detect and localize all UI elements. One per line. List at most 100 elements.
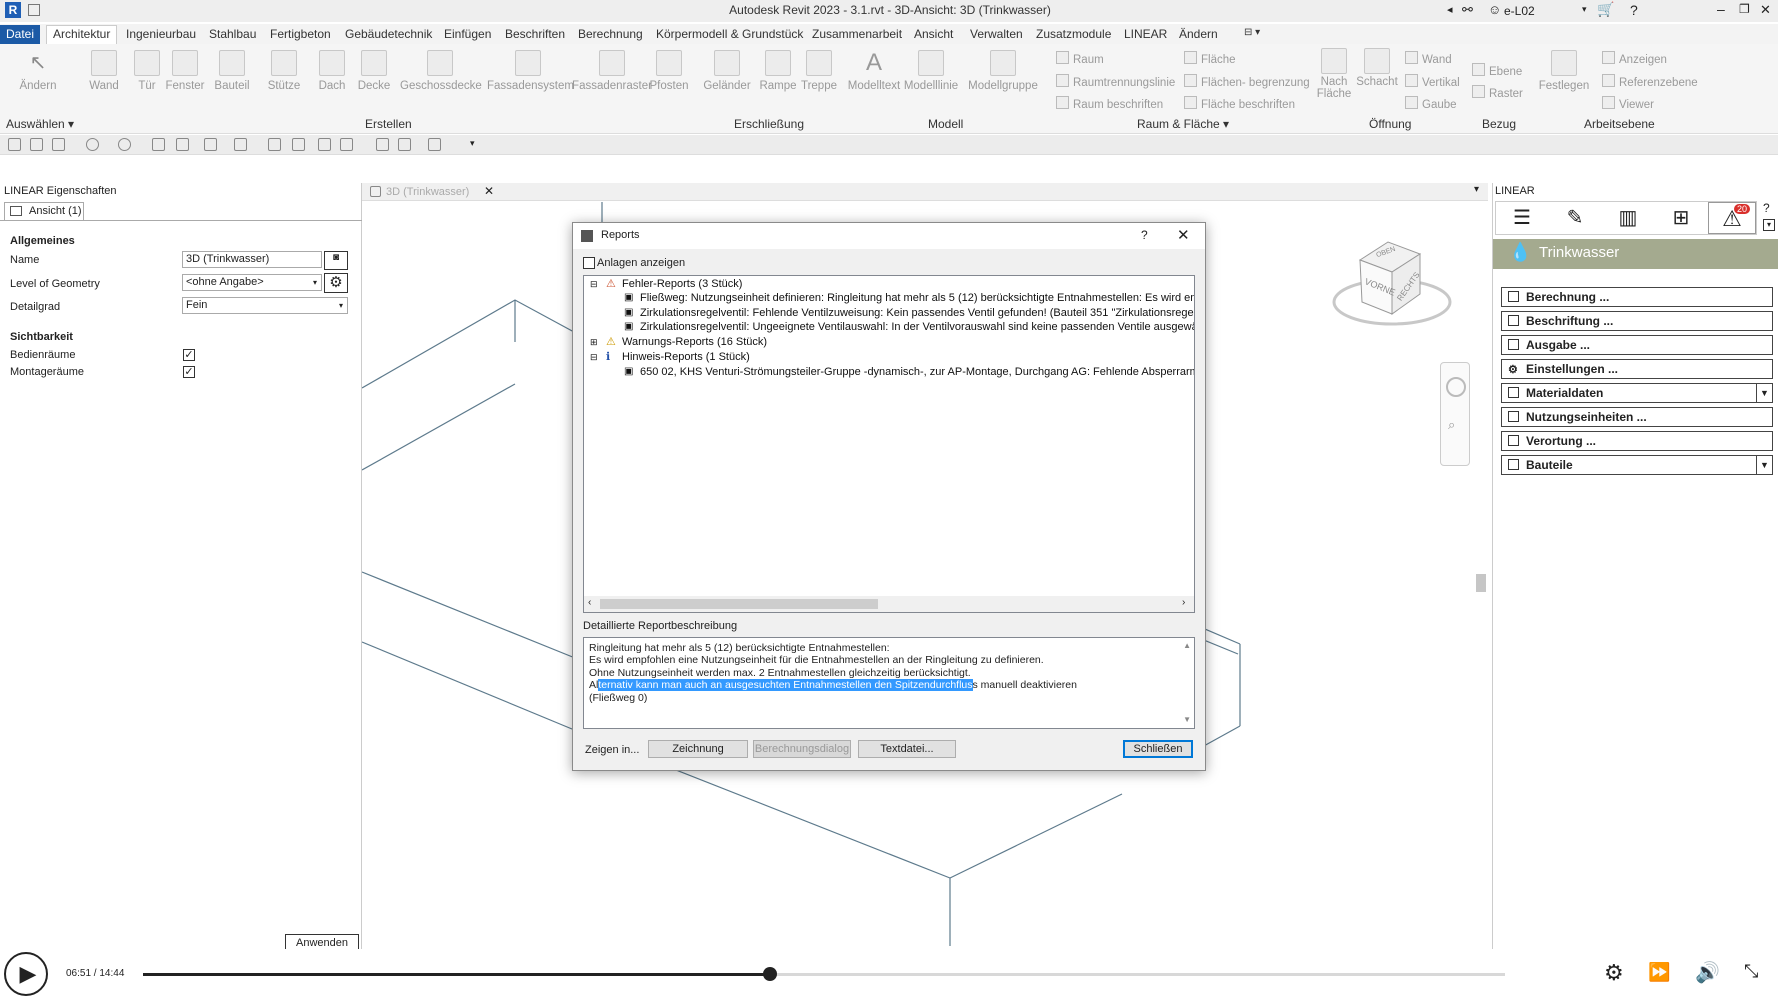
text-icon[interactable] <box>292 138 305 151</box>
tool-fenster[interactable]: Fenster <box>161 44 209 92</box>
textfile-button[interactable]: Textdatei... <box>858 740 956 758</box>
books-icon[interactable]: ▥ <box>1604 202 1652 234</box>
tool-schacht[interactable]: Schacht <box>1354 44 1400 88</box>
bedienraeume-checkbox[interactable]: ✓ <box>183 349 195 361</box>
tool-raumtrennungslinie[interactable]: Raumtrennungslinie <box>1056 74 1175 89</box>
user-icon[interactable]: ☺ <box>1488 2 1501 17</box>
tree-expander-hints[interactable]: ⊟ <box>590 352 598 363</box>
dialog-close-icon[interactable]: ✕ <box>1177 226 1190 244</box>
menu-zusatzmodule[interactable]: Zusatzmodule <box>1036 27 1111 41</box>
ausgabe-button[interactable]: Ausgabe ... <box>1501 335 1773 355</box>
3d-view-icon[interactable] <box>318 138 331 151</box>
settings-gear-icon[interactable]: ⚙ <box>324 273 348 293</box>
view-menu-icon[interactable]: ▾ <box>1474 184 1479 195</box>
close-window-icon[interactable]: ✕ <box>1760 2 1771 18</box>
tree-item-error-3[interactable]: Zirkulationsregelventil: Ungeeignete Ven… <box>640 321 1194 333</box>
report-tree[interactable]: ⊟ ⚠ Fehler-Reports (3 Stück) ▣ Fließweg:… <box>583 275 1195 613</box>
tree-hscrollbar[interactable]: ‹ › <box>584 596 1194 612</box>
bauteile-dropdown-icon[interactable]: ▼ <box>1756 456 1772 474</box>
fullscreen-icon[interactable]: ⤡ <box>1744 961 1758 982</box>
materialdaten-button[interactable]: Materialdaten ▼ <box>1501 383 1773 403</box>
measure-icon[interactable] <box>176 138 189 151</box>
montageraeume-checkbox[interactable]: ✓ <box>183 366 195 378</box>
tool-bauteil[interactable]: Bauteil <box>208 44 256 92</box>
dimension-icon[interactable] <box>204 138 217 151</box>
user-name[interactable]: e-L02 <box>1504 4 1535 18</box>
scroll-right-icon[interactable]: › <box>1182 597 1185 608</box>
steering-wheel-icon[interactable] <box>1446 377 1466 397</box>
menu-stahlbau[interactable]: Stahlbau <box>209 27 256 41</box>
tool-gaube[interactable]: Gaube <box>1405 96 1457 111</box>
name-browse-icon[interactable]: ◙ <box>324 251 348 270</box>
tool-flaeche-beschriften[interactable]: Fläche beschriften <box>1184 96 1295 111</box>
tool-modelllinie[interactable]: Modelllinie <box>902 44 960 92</box>
section-icon[interactable] <box>340 138 353 151</box>
tool-decke[interactable]: Decke <box>350 44 398 92</box>
einstellungen-button[interactable]: ⚙ Einstellungen ... <box>1501 359 1773 379</box>
tree-node-errors[interactable]: Fehler-Reports (3 Stück) <box>622 278 742 290</box>
minimize-icon[interactable]: – <box>1717 1 1725 17</box>
tree-expander-errors[interactable]: ⊟ <box>590 279 598 290</box>
tool-fassadensystem[interactable]: Fassadensystem <box>487 44 574 92</box>
panel-auswaehlen[interactable]: Auswählen ▾ <box>6 117 74 131</box>
tree-node-hints[interactable]: Hinweis-Reports (1 Stück) <box>622 351 750 363</box>
switch-windows-icon[interactable] <box>428 138 441 151</box>
menu-verwalten[interactable]: Verwalten <box>970 27 1023 41</box>
tree-item-error-1[interactable]: Fließweg: Nutzungseinheit definieren: Ri… <box>640 292 1194 304</box>
binoculars-icon[interactable]: ⚯ <box>1462 2 1473 18</box>
menu-linear[interactable]: LINEAR <box>1124 27 1167 41</box>
cart-icon[interactable]: 🛒 <box>1597 1 1614 18</box>
tool-oeffnung-wand[interactable]: Wand <box>1405 51 1452 66</box>
menu-ansicht[interactable]: Ansicht <box>914 27 953 41</box>
revit-logo-icon[interactable]: R <box>5 2 21 18</box>
detail-textbox[interactable]: Ringleitung hat mehr als 5 (12) berücksi… <box>583 637 1195 729</box>
tool-flaechenbegrenzung[interactable]: Flächen- begrenzung <box>1184 74 1310 89</box>
tool-referenzebene[interactable]: Referenzebene <box>1602 74 1698 89</box>
menu-aendern[interactable]: Ändern <box>1179 27 1218 41</box>
berechnung-button[interactable]: Berechnung ... <box>1501 287 1773 307</box>
detail-scroll-up-icon[interactable]: ▲ <box>1183 640 1191 652</box>
linear-help-icon[interactable]: ? <box>1763 201 1770 215</box>
tool-oeffnung-vertikal[interactable]: Vertikal <box>1405 74 1460 89</box>
drawing-button[interactable]: Zeichnung <box>648 740 748 758</box>
log-select[interactable]: <ohne Angabe> ▾ <box>182 274 322 291</box>
viewcube[interactable]: OBEN VORNE RECHTS <box>1330 232 1460 342</box>
menu-zusammenarbeit[interactable]: Zusammenarbeit <box>812 27 902 41</box>
panel-raum-flaeche[interactable]: Raum & Fläche ▾ <box>1137 117 1229 131</box>
menu-gebaeudetechnik[interactable]: Gebäudetechnik <box>345 27 432 41</box>
menu-datei[interactable]: Datei <box>0 25 40 44</box>
name-field[interactable]: 3D (Trinkwasser) <box>182 251 322 268</box>
tool-anzeigen[interactable]: Anzeigen <box>1602 51 1667 66</box>
tool-ebene[interactable]: Ebene <box>1472 63 1522 78</box>
tool-raum-beschriften[interactable]: Raum beschriften <box>1056 96 1163 111</box>
nutzungseinheiten-button[interactable]: Nutzungseinheiten ... <box>1501 407 1773 427</box>
customize-qat-icon[interactable]: ▾ <box>470 138 483 151</box>
tree-item-error-2[interactable]: Zirkulationsregelventil: Fehlende Ventil… <box>640 307 1194 319</box>
tool-nach-flaeche[interactable]: Nach Fläche <box>1312 44 1356 100</box>
dialog-help-icon[interactable]: ? <box>1141 228 1148 242</box>
tool-stuetze[interactable]: Stütze <box>260 44 308 92</box>
materialdaten-dropdown-icon[interactable]: ▼ <box>1756 384 1772 402</box>
tool-dach[interactable]: Dach <box>308 44 356 92</box>
tool-raum[interactable]: Raum <box>1056 51 1104 66</box>
menu-architektur[interactable]: Architektur <box>46 25 118 44</box>
calculation-dialog-button[interactable]: Berechnungsdialog <box>753 740 851 758</box>
tree-node-warnings[interactable]: Warnungs-Reports (16 Stück) <box>622 336 767 348</box>
show-systems-checkbox[interactable] <box>583 257 595 269</box>
scroll-left-icon[interactable]: ‹ <box>588 597 591 608</box>
skip-forward-icon[interactable]: ⏩ <box>1648 962 1670 983</box>
detail-scroll-down-icon[interactable]: ▼ <box>1183 714 1191 726</box>
tool-festlegen[interactable]: Festlegen <box>1536 44 1592 92</box>
vertical-scrollbar[interactable] <box>1474 202 1488 949</box>
tree-expander-warnings[interactable]: ⊞ <box>590 337 598 348</box>
tool-modelltext[interactable]: A Modelltext <box>846 44 902 93</box>
video-settings-icon[interactable]: ⚙ <box>1604 960 1624 986</box>
bauteile-button[interactable]: Bauteile ▼ <box>1501 455 1773 475</box>
close-view-tab-icon[interactable]: ✕ <box>484 184 494 198</box>
file-icon[interactable] <box>28 4 40 16</box>
tool-geschossdecke[interactable]: Geschossdecke <box>400 44 482 92</box>
tool-modellgruppe[interactable]: Modellgruppe <box>967 44 1039 92</box>
beschriftung-button[interactable]: Beschriftung ... <box>1501 311 1773 331</box>
tool-flaeche[interactable]: Fläche <box>1184 51 1236 66</box>
menu-einfuegen[interactable]: Einfügen <box>444 27 491 41</box>
